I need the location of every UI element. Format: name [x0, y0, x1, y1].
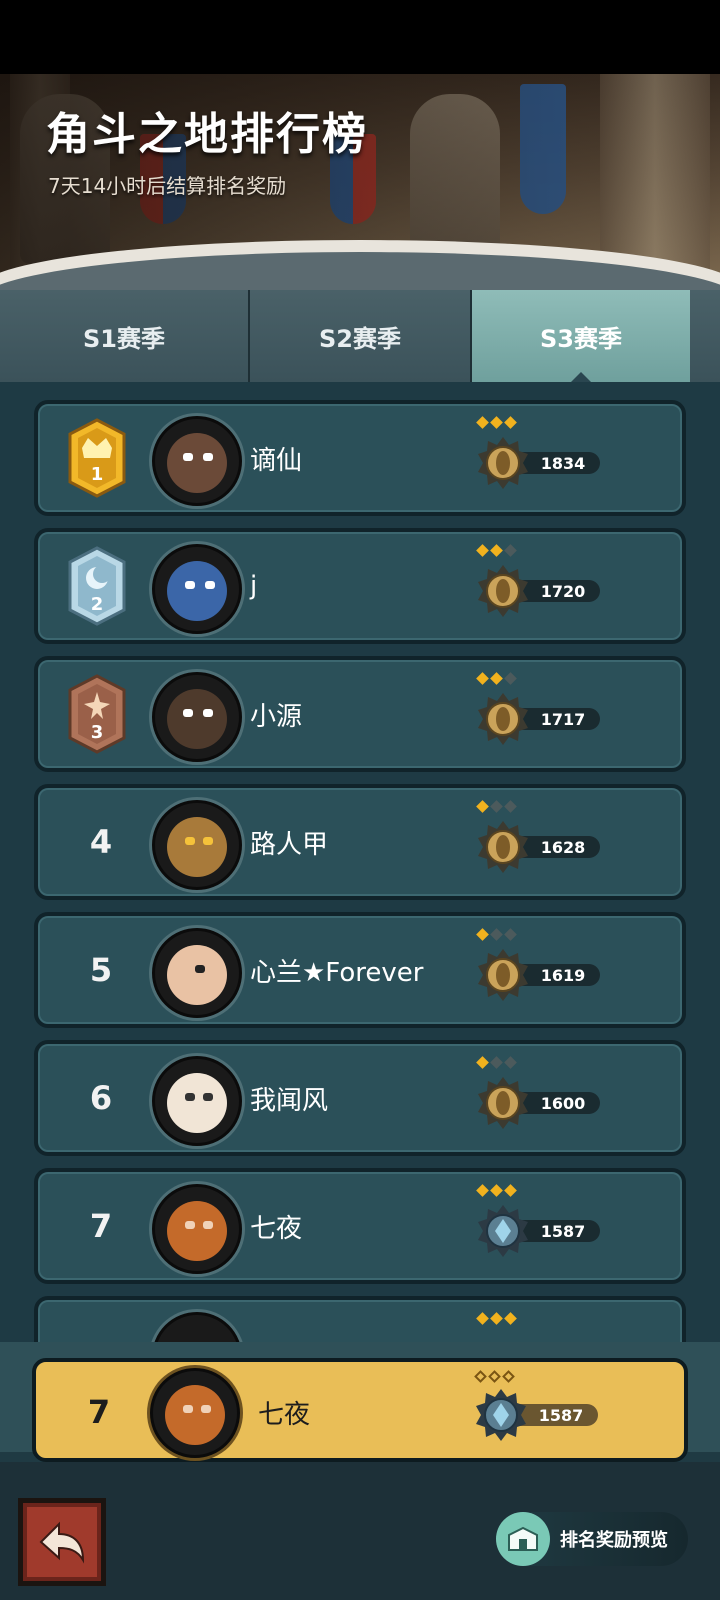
player-name: j — [250, 571, 258, 601]
ranking-row[interactable]: 5 心兰★Forever 1619 — [34, 912, 686, 1028]
rank-stars — [476, 1056, 517, 1069]
avatar[interactable] — [152, 672, 242, 762]
avatar[interactable] — [152, 1184, 242, 1274]
gold-rank-emblem-icon — [478, 693, 528, 745]
rank-stars — [476, 672, 517, 685]
my-player-name: 七夜 — [258, 1399, 311, 1430]
rank-stars — [476, 928, 517, 941]
tab-label: S1赛季 — [83, 324, 165, 353]
ranking-row[interactable]: 3 小源 1717 — [34, 656, 686, 772]
badge-rank-number: 1 — [91, 464, 104, 485]
ranking-row[interactable]: 1 谪仙 1834 — [34, 400, 686, 516]
bronze-star-rank-badge: 3 — [68, 674, 126, 754]
blue-rank-emblem-icon — [478, 1205, 528, 1257]
tab-s2-season[interactable]: S2赛季 — [250, 290, 472, 382]
tab-s1-season[interactable]: S1赛季 — [0, 290, 250, 382]
silver-moon-rank-badge: 2 — [68, 546, 126, 626]
gold-rank-emblem-icon — [478, 821, 528, 873]
avatar[interactable] — [152, 1312, 242, 1342]
rank-stars — [476, 800, 517, 813]
rating-score: 1720 — [540, 581, 586, 601]
avatar[interactable] — [152, 544, 242, 634]
reward-chest-icon[interactable] — [496, 1512, 550, 1566]
rank-stars — [476, 1312, 517, 1325]
my-rating-score: 1587 — [538, 1405, 584, 1425]
reward-preview-label[interactable]: 排名奖励预览 — [560, 1512, 668, 1566]
avatar[interactable] — [152, 416, 242, 506]
gold-rank-emblem-icon — [478, 1077, 528, 1129]
player-name: 我闻风 — [250, 1085, 329, 1116]
page-title: 角斗之地排行榜 — [46, 109, 368, 160]
gold-rank-emblem-icon — [478, 949, 528, 1001]
rank-number: 6 — [89, 1079, 113, 1117]
ranking-list[interactable]: 1 谪仙 1834 2 j 1720 3 小源 1717 4 路人甲 1628 … — [0, 382, 720, 1342]
ranking-row[interactable]: 2 j 1720 — [34, 528, 686, 644]
avatar[interactable] — [152, 1056, 242, 1146]
tab-s3-season[interactable]: S3赛季 — [472, 290, 690, 382]
avatar[interactable] — [152, 928, 242, 1018]
settlement-countdown: 7天14小时后结算排名奖励 — [48, 174, 287, 198]
rank-stars — [476, 416, 517, 429]
tab-label: S3赛季 — [540, 324, 622, 353]
rating-score: 1600 — [540, 1093, 586, 1113]
tab-label: S2赛季 — [319, 324, 401, 353]
gold-rank-emblem-icon — [478, 437, 528, 489]
gold-rank-emblem-icon — [478, 565, 528, 617]
back-button[interactable] — [18, 1498, 106, 1586]
ranking-row[interactable]: 4 路人甲 1628 — [34, 784, 686, 900]
ranking-row[interactable]: 7 七夜 1587 — [34, 1168, 686, 1284]
badge-rank-number: 3 — [91, 722, 104, 743]
active-tab-indicator — [571, 372, 591, 382]
rating-score: 1717 — [540, 709, 586, 729]
return-arrow-icon — [39, 1521, 85, 1564]
status-bar — [0, 0, 720, 74]
ranking-row[interactable]: 6 我闻风 1600 — [34, 1040, 686, 1156]
rank-number: 7 — [89, 1207, 113, 1245]
season-tabs: S1赛季 S2赛季 S3赛季 — [0, 290, 720, 382]
my-rank-stars — [474, 1370, 515, 1383]
player-name: 小源 — [250, 701, 303, 732]
player-name: 七夜 — [250, 1213, 303, 1244]
gold-crown-rank-badge: 1 — [68, 418, 126, 498]
blue-rank-emblem-icon — [476, 1389, 526, 1441]
badge-rank-number: 2 — [91, 594, 104, 615]
player-name: 谪仙 — [250, 445, 303, 476]
player-name: 路人甲 — [250, 829, 329, 860]
avatar[interactable] — [152, 800, 242, 890]
rating-score: 1587 — [540, 1221, 586, 1241]
rating-score: 1628 — [540, 837, 586, 857]
rank-number: 5 — [89, 951, 113, 989]
rating-score: 1834 — [540, 453, 586, 473]
rating-score: 1619 — [540, 965, 586, 985]
player-name: 心兰★Forever — [250, 957, 424, 988]
my-rank-number: 7 — [87, 1393, 111, 1431]
rank-stars — [476, 1184, 517, 1197]
ranking-row[interactable] — [34, 1296, 686, 1342]
rank-stars — [476, 544, 517, 557]
my-rank-row[interactable]: 7 七夜 1587 — [32, 1358, 688, 1462]
my-avatar[interactable] — [150, 1368, 240, 1458]
rank-number: 4 — [89, 823, 113, 861]
